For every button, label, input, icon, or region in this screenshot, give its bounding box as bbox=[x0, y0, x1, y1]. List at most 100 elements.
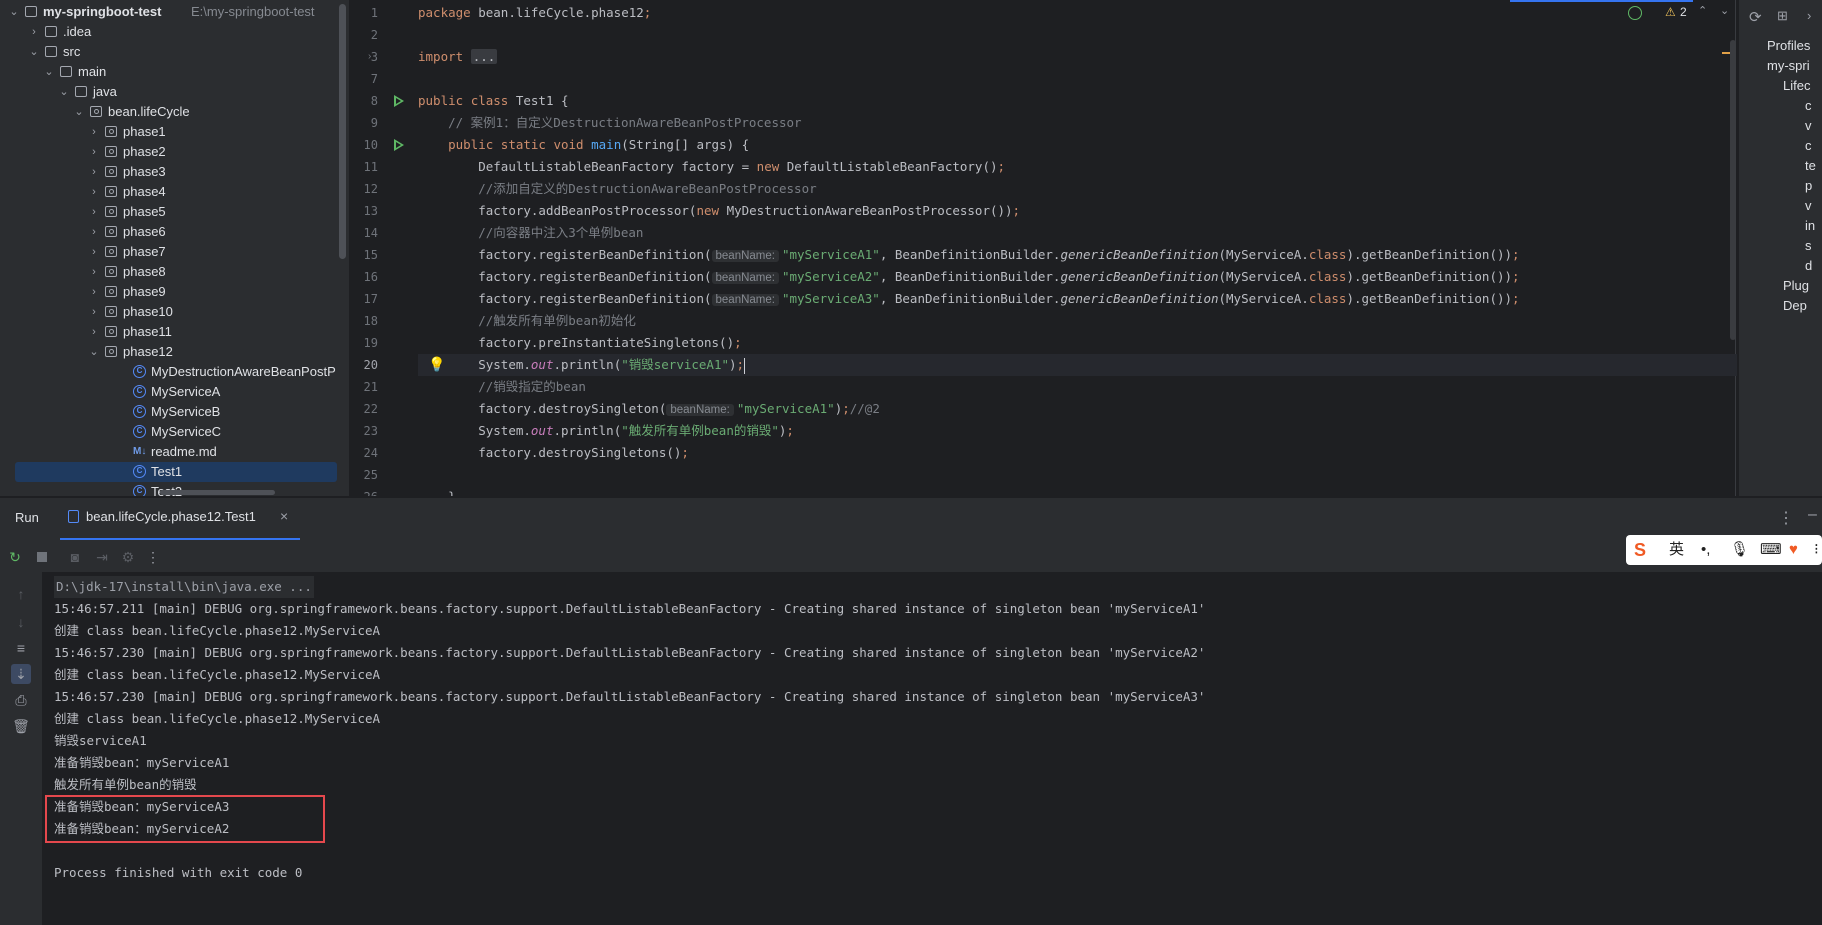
sogou-logo-icon[interactable]: S bbox=[1634, 540, 1646, 560]
tree-item-readme-md[interactable]: M↓ readme.md bbox=[0, 442, 349, 462]
maven-item[interactable]: s bbox=[1805, 236, 1812, 256]
tree-item-mydestructionawarebeanpostp[interactable]: C MyDestructionAwareBeanPostP bbox=[0, 362, 349, 382]
chevron-down-icon[interactable]: ⌄ bbox=[8, 2, 20, 22]
code-line-17[interactable]: //触发所有单例bean初始化 bbox=[418, 310, 1737, 332]
camera-icon[interactable]: ◙ bbox=[65, 547, 85, 567]
code-line-18[interactable]: factory.preInstantiateSingletons(); bbox=[418, 332, 1737, 354]
maven-item[interactable]: te bbox=[1805, 156, 1816, 176]
fold-arrow-icon[interactable]: › bbox=[368, 51, 371, 62]
code-line-10[interactable]: DefaultListableBeanFactory factory = new… bbox=[418, 156, 1737, 178]
scroll-to-end-icon[interactable]: ⇣ bbox=[11, 664, 31, 684]
project-horizontal-scrollbar[interactable] bbox=[160, 490, 275, 495]
code-line-20[interactable]: //销毁指定的bean bbox=[418, 376, 1737, 398]
skin-icon[interactable]: ♥ bbox=[1789, 540, 1798, 560]
chevron-right-icon[interactable]: › bbox=[88, 302, 100, 322]
ime-language-toggle[interactable]: 英 bbox=[1669, 540, 1684, 560]
chevron-right-icon[interactable]: › bbox=[88, 282, 100, 302]
project-scrollbar[interactable] bbox=[339, 4, 346, 259]
warning-count[interactable]: 2 bbox=[1680, 5, 1687, 19]
close-tab-icon[interactable]: × bbox=[280, 508, 288, 524]
chevron-down-icon[interactable]: ⌄ bbox=[88, 342, 100, 362]
tree-item-phase5[interactable]: › phase5 bbox=[0, 202, 349, 222]
maven-item[interactable]: v bbox=[1805, 116, 1812, 136]
rerun-icon[interactable]: ↻ bbox=[5, 547, 25, 567]
chevron-down-icon[interactable]: ⌄ bbox=[43, 62, 55, 82]
code-line-22[interactable]: System.out.println("触发所有单例bean的销毁"); bbox=[418, 420, 1737, 442]
maven-item[interactable]: Profiles bbox=[1767, 36, 1810, 56]
code-line-15[interactable]: factory.registerBeanDefinition(beanName:… bbox=[418, 266, 1737, 288]
tree-item-myserviceb[interactable]: C MyServiceB bbox=[0, 402, 349, 422]
code-line-16[interactable]: factory.registerBeanDefinition(beanName:… bbox=[418, 288, 1737, 310]
chevron-right-icon[interactable]: › bbox=[88, 262, 100, 282]
code-line-25[interactable]: } bbox=[418, 486, 1737, 496]
prev-highlight-icon[interactable]: ⌃ bbox=[1698, 4, 1707, 17]
reload-icon[interactable]: ⟳ bbox=[1749, 8, 1762, 26]
tree-item-phase9[interactable]: › phase9 bbox=[0, 282, 349, 302]
run-main-gutter-icon[interactable] bbox=[394, 139, 404, 151]
code-line-12[interactable]: factory.addBeanPostProcessor(new MyDestr… bbox=[418, 200, 1737, 222]
chevron-right-icon[interactable]: › bbox=[88, 222, 100, 242]
code-line-13[interactable]: //向容器中注入3个单例bean bbox=[418, 222, 1737, 244]
add-project-icon[interactable]: ⊞ bbox=[1777, 8, 1788, 24]
tree-item-bean-lifecycle[interactable]: ⌄ bean.lifeCycle bbox=[0, 102, 349, 122]
code-line-8[interactable]: // 案例1：自定义DestructionAwareBeanPostProces… bbox=[418, 112, 1737, 134]
warning-icon[interactable]: ⚠ bbox=[1665, 5, 1676, 19]
maven-item[interactable]: Lifec bbox=[1783, 76, 1810, 96]
next-highlight-icon[interactable]: ⌄ bbox=[1720, 4, 1729, 17]
maven-item[interactable]: c bbox=[1805, 96, 1812, 116]
code-line-1[interactable]: package bean.lifeCycle.phase12; bbox=[418, 2, 1737, 24]
tree-item-phase3[interactable]: › phase3 bbox=[0, 162, 349, 182]
chevron-right-icon[interactable]: › bbox=[88, 122, 100, 142]
code-line-11[interactable]: //添加自定义的DestructionAwareBeanPostProcesso… bbox=[418, 178, 1737, 200]
tree-item-java[interactable]: ⌄ java bbox=[0, 82, 349, 102]
stop-icon[interactable] bbox=[32, 547, 52, 567]
maven-item[interactable]: Dep bbox=[1783, 296, 1807, 316]
code-line-21[interactable]: factory.destroySingleton(beanName: "mySer… bbox=[418, 398, 1737, 420]
inspection-ok-icon[interactable] bbox=[1628, 6, 1642, 20]
folded-imports[interactable]: ... bbox=[470, 49, 498, 64]
chevron-down-icon[interactable]: ⌄ bbox=[58, 82, 70, 102]
maven-item[interactable]: d bbox=[1805, 256, 1812, 276]
console-command-line[interactable]: D:\jdk-17\install\bin\java.exe ... bbox=[54, 576, 314, 598]
tree-item-my-springboot-test[interactable]: ⌄ my-springboot-test E:\my-springboot-test bbox=[0, 2, 349, 22]
microphone-icon[interactable]: 🎙 bbox=[1730, 540, 1749, 560]
trash-icon[interactable]: 🗑 bbox=[11, 716, 31, 736]
code-line-19-current[interactable]: System.out.println("销毁serviceA1"); bbox=[418, 354, 1737, 376]
tree-item-phase2[interactable]: › phase2 bbox=[0, 142, 349, 162]
tree-item-phase1[interactable]: › phase1 bbox=[0, 122, 349, 142]
chevron-down-icon[interactable]: ⌄ bbox=[28, 42, 40, 62]
tree-item-phase12[interactable]: ⌄ phase12 bbox=[0, 342, 349, 362]
ime-more-icon[interactable]: ⁝ bbox=[1814, 540, 1819, 560]
maven-item[interactable]: in bbox=[1805, 216, 1815, 236]
tree-item-myservicec[interactable]: C MyServiceC bbox=[0, 422, 349, 442]
chevron-right-icon[interactable]: › bbox=[88, 182, 100, 202]
more-actions-icon[interactable]: ⋮ bbox=[143, 547, 163, 567]
soft-wrap-icon[interactable]: ≡ bbox=[11, 638, 31, 658]
chevron-right-icon[interactable]: › bbox=[28, 22, 40, 42]
chevron-right-icon[interactable]: › bbox=[88, 242, 100, 262]
chevron-right-icon[interactable]: › bbox=[88, 202, 100, 222]
maven-item[interactable]: v bbox=[1805, 196, 1812, 216]
print-icon[interactable]: ⎙ bbox=[11, 690, 31, 710]
tree-item-phase8[interactable]: › phase8 bbox=[0, 262, 349, 282]
keyboard-icon[interactable]: ⌨ bbox=[1760, 540, 1782, 560]
export-icon[interactable]: ⇥ bbox=[92, 547, 112, 567]
code-line-7[interactable]: public class Test1 { bbox=[418, 90, 1737, 112]
code-editor[interactable]: 1237891011121314151617181920212223242526… bbox=[350, 0, 1737, 496]
tree-item-src[interactable]: ⌄ src bbox=[0, 42, 349, 62]
tree-item--idea[interactable]: › .idea bbox=[0, 22, 349, 42]
tree-item-phase7[interactable]: › phase7 bbox=[0, 242, 349, 262]
chevron-right-icon[interactable]: › bbox=[88, 322, 100, 342]
editor-scrollbar[interactable] bbox=[1730, 40, 1736, 340]
code-line-9[interactable]: public static void main(String[] args) { bbox=[418, 134, 1737, 156]
maven-item[interactable]: c bbox=[1805, 136, 1812, 156]
code-line-23[interactable]: factory.destroySingletons(); bbox=[418, 442, 1737, 464]
tree-item-test1[interactable]: C Test1 bbox=[15, 462, 337, 482]
chevron-right-icon[interactable]: › bbox=[88, 142, 100, 162]
attach-debugger-icon[interactable]: ⚙ bbox=[118, 547, 138, 567]
arrow-up-icon[interactable]: ↑ bbox=[11, 584, 31, 604]
tree-item-phase11[interactable]: › phase11 bbox=[0, 322, 349, 342]
lightbulb-icon[interactable]: 💡 bbox=[428, 356, 445, 373]
tree-item-phase4[interactable]: › phase4 bbox=[0, 182, 349, 202]
run-class-gutter-icon[interactable] bbox=[394, 95, 404, 107]
